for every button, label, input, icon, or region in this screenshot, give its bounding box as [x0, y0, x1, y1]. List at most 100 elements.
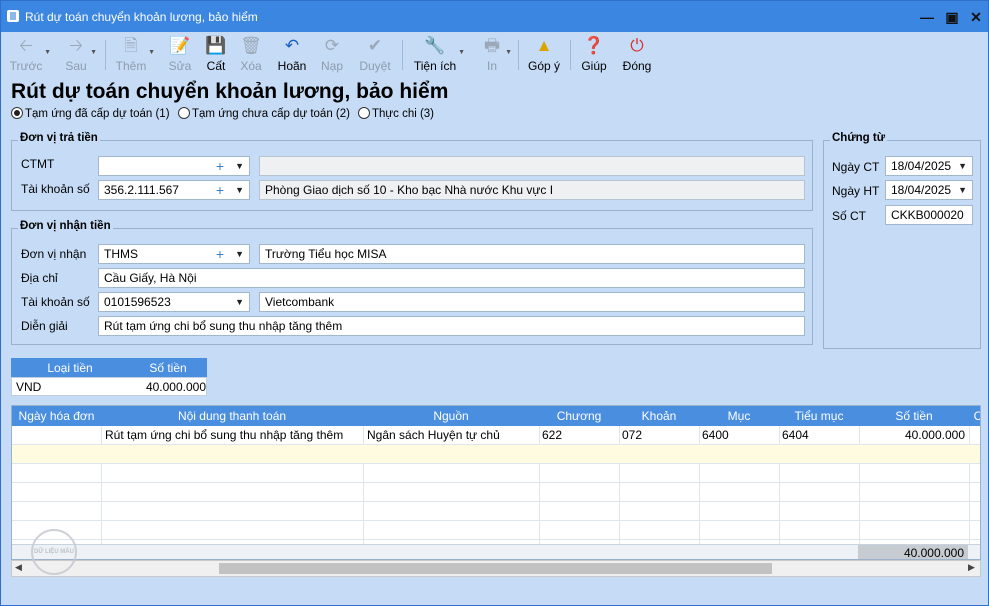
print-button[interactable]: 🖶 In ▼ — [480, 34, 512, 74]
feedback-button[interactable]: ▲ Góp ý — [527, 34, 561, 74]
radio-advance-unallocated[interactable]: Tạm ứng chưa cấp dự toán (2) — [178, 107, 350, 123]
radio-selected-icon — [11, 107, 23, 119]
amount-cell[interactable]: 40.000.000 — [859, 428, 965, 442]
chevron-down-icon[interactable]: ▼ — [235, 245, 244, 263]
ctmt-label: CTMT — [21, 157, 55, 171]
source-cell[interactable]: Ngân sách Huyện tự chủ — [367, 428, 500, 442]
tools-icon: 🔧 — [424, 36, 446, 55]
payer-account-combo[interactable]: 356.2.111.567 + ▼ — [98, 180, 250, 200]
col-item[interactable]: Mục — [699, 409, 779, 423]
empty-row[interactable] — [12, 464, 980, 483]
add-dropdown-icon[interactable]: ▼ — [148, 49, 155, 56]
col-source[interactable]: Nguồn — [363, 409, 539, 423]
payee-legend: Đơn vị nhận tiền — [18, 220, 113, 232]
date-ht-label: Ngày HT — [832, 184, 880, 198]
description-field[interactable]: Rút tạm ứng chi bổ sung thu nhập tăng th… — [98, 316, 805, 336]
empty-row[interactable] — [12, 483, 980, 502]
add-button[interactable]: 🗎 Thêm ▼ — [115, 34, 155, 74]
empty-row[interactable] — [12, 502, 980, 521]
utilities-dropdown-icon[interactable]: ▼ — [458, 49, 465, 56]
date-ht-picker[interactable]: 18/04/2025 ▼ — [885, 180, 973, 200]
payee-unit-name-field[interactable]: Trường Tiểu học MISA — [259, 244, 805, 264]
printer-icon: 🖶 — [483, 36, 501, 55]
print-dropdown-icon[interactable]: ▼ — [505, 49, 512, 56]
subitem-cell[interactable]: 6404 — [782, 428, 809, 442]
ctmt-combo[interactable]: + ▼ — [98, 156, 250, 176]
chevron-down-icon[interactable]: ▼ — [235, 181, 244, 199]
edit-button[interactable]: 📝 Sửa — [168, 34, 192, 74]
minimize-button[interactable]: — — [916, 7, 938, 27]
new-row[interactable] — [12, 445, 980, 464]
new-document-icon: 🗎 — [124, 36, 138, 55]
payment-detail-grid: Ngày hóa đơn Nội dung thanh toán Nguồn C… — [11, 405, 981, 560]
close-form-button[interactable]: ⏻ Đóng — [621, 34, 653, 74]
window-title: Rút dự toán chuyển khoản lương, bảo hiểm — [25, 10, 258, 24]
refresh-icon: ⟳ — [324, 36, 340, 55]
currency-type-header: Loại tiền — [47, 361, 93, 375]
toolbar-separator — [518, 40, 519, 70]
add-icon[interactable]: + — [216, 245, 224, 263]
col-extra[interactable]: C — [972, 409, 980, 423]
total-amount: 40.000.000 — [858, 545, 968, 559]
feedback-icon: ▲ — [535, 36, 553, 55]
radio-advance-allocated[interactable]: Tạm ứng đã cấp dự toán (1) — [11, 107, 170, 123]
col-invoice-date[interactable]: Ngày hóa đơn — [12, 409, 101, 423]
currency-row[interactable]: VND 40.000.000 — [11, 377, 207, 396]
add-icon[interactable]: + — [216, 157, 224, 175]
payee-unit-combo[interactable]: THMS + ▼ — [98, 244, 250, 264]
amount-header: Số tiền — [149, 361, 187, 375]
bank-name-field[interactable]: Vietcombank — [259, 292, 805, 312]
currency-table-header: Loại tiền Số tiền — [11, 358, 207, 377]
payment-content-cell[interactable]: Rút tạm ứng chi bổ sung thu nhập tăng th… — [105, 428, 343, 442]
close-button[interactable]: ✕ — [965, 7, 987, 27]
approve-button[interactable]: ✔ Duyệt — [357, 34, 393, 74]
voucher-number-field[interactable]: CKKB000020 — [885, 205, 973, 225]
help-button[interactable]: ❓ Giúp — [580, 34, 608, 74]
prev-button[interactable]: 🡠 Trước ▼ — [9, 34, 51, 74]
next-label: Sau — [65, 59, 87, 73]
scroll-right-icon[interactable]: ▶ — [968, 562, 975, 573]
payer-account-description: Phòng Giao dịch số 10 - Kho bạc Nhà nước… — [259, 180, 805, 200]
next-dropdown-icon[interactable]: ▼ — [90, 49, 97, 56]
add-icon[interactable]: + — [216, 181, 224, 199]
payee-account-combo[interactable]: 0101596523 ▼ — [98, 292, 250, 312]
next-button[interactable]: 🡢 Sau ▼ — [63, 34, 97, 74]
help-icon: ❓ — [583, 36, 605, 55]
feedback-label: Góp ý — [527, 59, 560, 73]
chevron-down-icon[interactable]: ▼ — [958, 181, 967, 199]
col-payment-content[interactable]: Nội dung thanh toán — [101, 409, 363, 423]
col-section[interactable]: Khoản — [619, 409, 699, 423]
add-label: Thêm — [115, 59, 147, 73]
scrollbar-thumb[interactable] — [219, 563, 772, 574]
utilities-button[interactable]: 🔧 Tiện ích ▼ — [413, 34, 465, 74]
chapter-cell[interactable]: 622 — [542, 428, 562, 442]
address-field[interactable]: Cầu Giấy, Hà Nội — [98, 268, 805, 288]
date-ct-label: Ngày CT — [832, 160, 880, 174]
col-subitem[interactable]: Tiểu mục — [779, 409, 859, 423]
close-form-label: Đóng — [622, 59, 652, 73]
prev-label: Trước — [9, 59, 43, 73]
postpone-button[interactable]: ↶ Hoãn — [276, 34, 308, 74]
chevron-down-icon[interactable]: ▼ — [235, 157, 244, 175]
date-ct-picker[interactable]: 18/04/2025 ▼ — [885, 156, 973, 176]
arrow-left-icon: 🡠 — [19, 36, 33, 55]
section-cell[interactable]: 072 — [622, 428, 642, 442]
reload-button[interactable]: ⟳ Nạp — [319, 34, 345, 74]
chevron-down-icon[interactable]: ▼ — [235, 293, 244, 311]
empty-row[interactable] — [12, 521, 980, 540]
chevron-down-icon[interactable]: ▼ — [958, 157, 967, 175]
prev-dropdown-icon[interactable]: ▼ — [44, 49, 51, 56]
maximize-button[interactable]: ▣ — [941, 7, 963, 27]
radio-actual-spending[interactable]: Thực chi (3) — [358, 107, 434, 123]
approve-label: Duyệt — [359, 59, 391, 73]
scroll-left-icon[interactable]: ◀ — [15, 562, 22, 573]
col-amount[interactable]: Số tiền — [859, 409, 969, 423]
horizontal-scrollbar[interactable]: ◀ ▶ — [11, 560, 981, 577]
item-cell[interactable]: 6400 — [702, 428, 729, 442]
delete-button[interactable]: 🗑 Xóa — [238, 34, 264, 74]
table-row[interactable]: Rút tạm ứng chi bổ sung thu nhập tăng th… — [12, 426, 980, 445]
save-button[interactable]: 💾 Cất — [204, 34, 228, 74]
save-label: Cất — [206, 59, 226, 73]
col-chapter[interactable]: Chương — [539, 409, 619, 423]
date-ht-value: 18/04/2025 — [891, 183, 952, 197]
